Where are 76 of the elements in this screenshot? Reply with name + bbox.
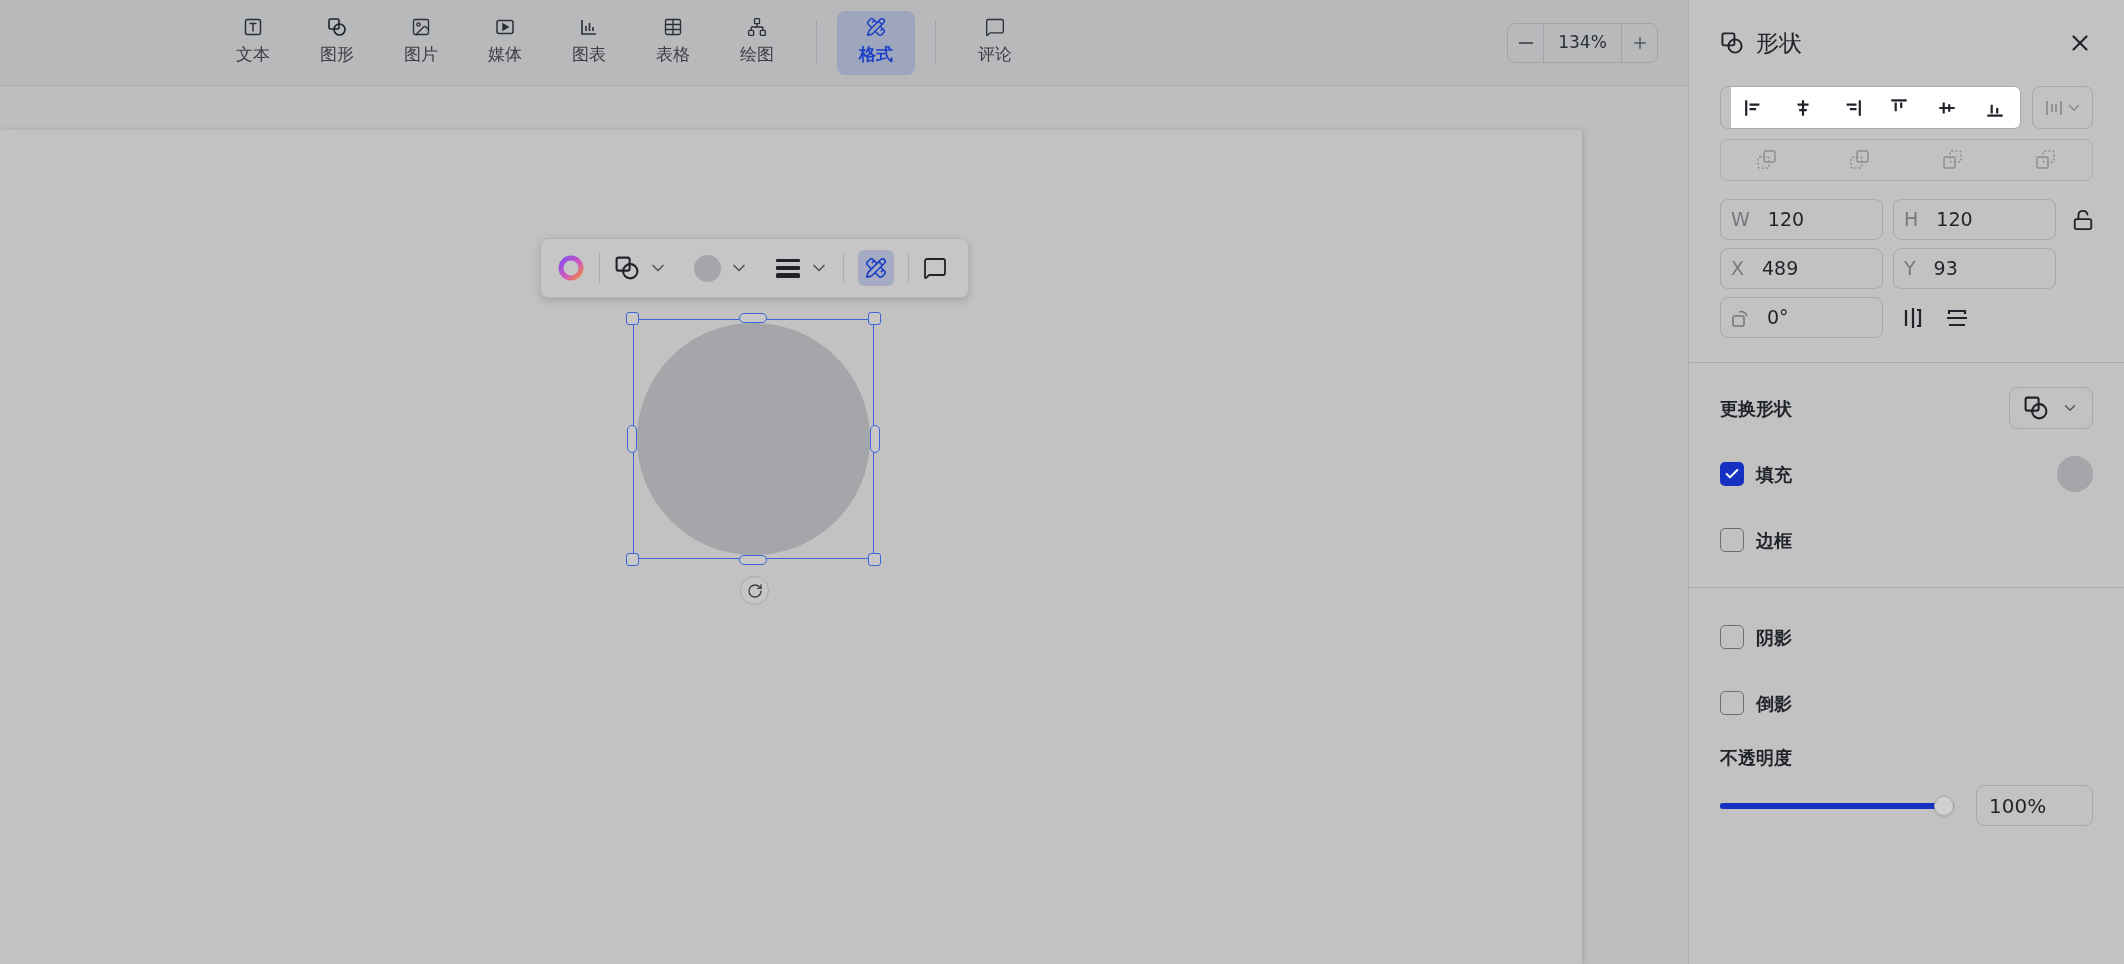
text-icon: [243, 17, 263, 38]
field-label: W: [1731, 207, 1750, 233]
comment-icon: [923, 256, 947, 280]
color-swatch: [694, 254, 721, 282]
toolbar-tab[interactable]: 图片: [382, 10, 460, 75]
line-weight-icon: [775, 257, 801, 279]
option-label: 边框: [1756, 528, 1792, 553]
toolbar-tab[interactable]: 媒体: [466, 10, 544, 75]
unlocked-icon: [2072, 208, 2094, 231]
layer-order-icon: [1849, 149, 1872, 171]
checkbox[interactable]: [1720, 691, 1744, 715]
rotate-icon: [746, 582, 763, 599]
field-value: 120: [1767, 207, 1805, 233]
option-label: 阴影: [1756, 625, 1792, 650]
format-button[interactable]: [858, 250, 894, 286]
table-icon: [663, 17, 683, 38]
toolbar-tab[interactable]: 评论: [956, 10, 1034, 75]
resize-handle[interactable]: [626, 312, 639, 325]
lock-button[interactable]: [2072, 208, 2094, 231]
shape-type-dropdown[interactable]: [2009, 387, 2093, 429]
layer-order-icon: [1941, 149, 1964, 171]
dimension-field[interactable]: W 120: [1720, 199, 1883, 240]
field-label: X: [1731, 256, 1745, 282]
resize-handle[interactable]: [626, 553, 639, 566]
section-label: 更换形状: [1720, 396, 1792, 421]
toolbar-tab[interactable]: 图形: [298, 10, 376, 75]
pencil-ruler-icon: [866, 17, 886, 38]
toolbar-tab[interactable]: 图表: [550, 10, 628, 75]
dimension-field[interactable]: H 120: [1893, 199, 2056, 240]
rotate-handle[interactable]: [740, 576, 769, 605]
panel-title: 形状: [1756, 28, 1802, 58]
image-icon: [411, 17, 431, 38]
slider-thumb[interactable]: [1934, 795, 1954, 816]
ring-logo-icon: [557, 254, 585, 282]
distribute-dropdown[interactable]: [2031, 86, 2093, 129]
layer-order-icon: [1756, 149, 1779, 171]
resize-handle[interactable]: [739, 313, 767, 323]
layer-order-icon: [2034, 149, 2057, 171]
checkbox[interactable]: [1720, 462, 1744, 486]
field-value: 489: [1762, 256, 1799, 282]
checkbox[interactable]: [1720, 625, 1744, 649]
option-label: 填充: [1756, 462, 1792, 487]
section-label: 不透明度: [1720, 746, 1793, 770]
opacity-input[interactable]: 100%: [1976, 785, 2093, 826]
minus-icon: [1518, 41, 1533, 44]
field-label: Y: [1904, 256, 1916, 282]
checkbox[interactable]: [1720, 528, 1744, 552]
dimension-field[interactable]: X 489: [1720, 248, 1883, 289]
rotation-field[interactable]: 0°: [1720, 297, 1883, 338]
toolbar-tab[interactable]: 文本: [214, 10, 292, 75]
option-label: 倒影: [1756, 691, 1792, 716]
toolbar-tab[interactable]: 格式: [837, 10, 915, 75]
shapes-icon: [614, 255, 640, 281]
field-value: 120: [1936, 207, 1973, 233]
resize-handle[interactable]: [739, 555, 767, 565]
shapes-icon: [2023, 395, 2049, 421]
bar-chart-icon: [579, 17, 599, 38]
fill-color-swatch[interactable]: [2057, 456, 2093, 492]
resize-handle[interactable]: [868, 553, 881, 566]
pencil-ruler-icon: [865, 257, 887, 279]
resize-handle[interactable]: [627, 425, 637, 453]
field-value: 93: [1933, 256, 1958, 282]
toolbar-tab[interactable]: 绘图: [718, 10, 796, 75]
field-label: H: [1904, 207, 1919, 233]
dimension-field[interactable]: Y 93: [1893, 248, 2056, 289]
resize-handle[interactable]: [868, 312, 881, 325]
comment-button[interactable]: [923, 256, 947, 280]
toolbar-tab[interactable]: 表格: [634, 10, 712, 75]
hierarchy-icon: [747, 17, 767, 38]
field-value: 0°: [1767, 305, 1789, 331]
zoom-level: 134%: [1557, 30, 1608, 54]
resize-handle[interactable]: [870, 425, 880, 453]
comment-icon: [985, 17, 1005, 38]
chevron-down-icon: [2068, 104, 2081, 111]
shapes-icon: [1720, 31, 1744, 55]
shapes-icon: [327, 17, 347, 38]
